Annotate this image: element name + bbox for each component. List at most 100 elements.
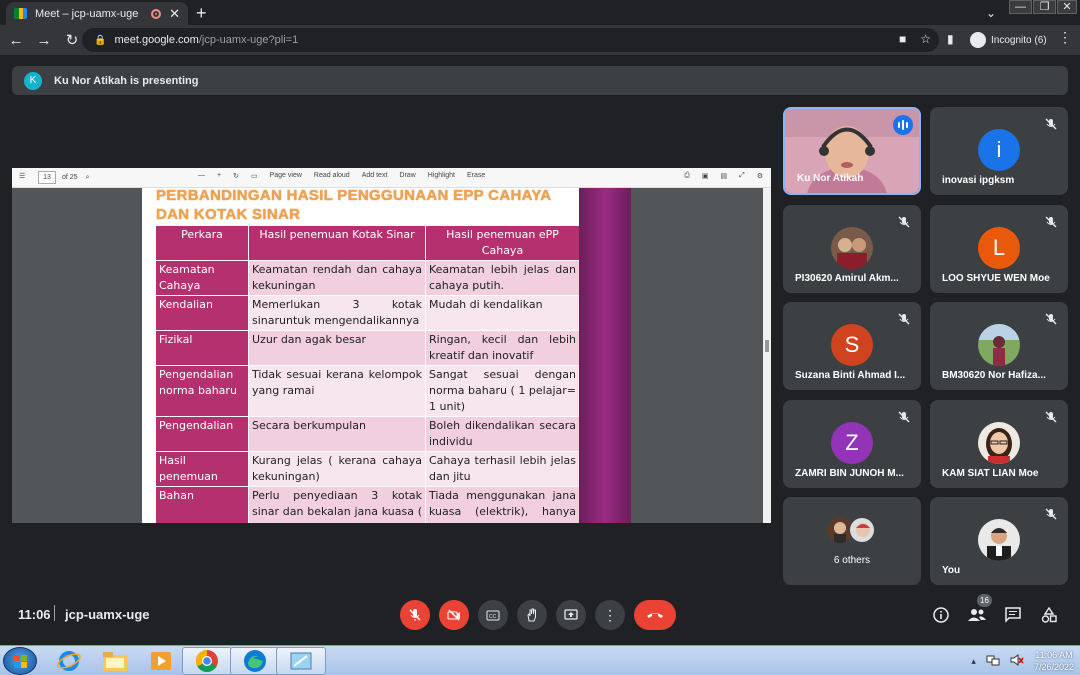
scrollbar-thumb[interactable] bbox=[765, 340, 769, 352]
chat-button[interactable] bbox=[1003, 605, 1023, 625]
side-panel-icon[interactable]: ▮ bbox=[947, 32, 954, 46]
screen-root: { "browser": { "tab_title": "Meet – jcp-… bbox=[0, 0, 1080, 675]
participant-tile[interactable]: L LOO SHYUE WEN Moe bbox=[930, 205, 1068, 293]
taskbar-chrome[interactable] bbox=[182, 647, 232, 675]
taskbar-clock[interactable]: 11:06 AM 7/26/2022 bbox=[1034, 649, 1074, 673]
meet-favicon-icon bbox=[14, 8, 27, 19]
page-number-input[interactable]: 13 bbox=[38, 171, 56, 184]
start-button[interactable] bbox=[3, 647, 37, 675]
table-cell: Perlu penyediaan 3 kotak sinar dan bekal… bbox=[248, 486, 426, 523]
table-row: Keamatan Cahaya Keamatan rendah dan caha… bbox=[155, 260, 580, 296]
tab-search-chevron-icon[interactable]: ⌄ bbox=[986, 6, 996, 20]
camera-toggle-button[interactable] bbox=[439, 600, 469, 630]
participant-name: ZAMRI BIN JUNOH M... bbox=[795, 468, 904, 479]
table-cell: Boleh dikendalikan secara individu bbox=[425, 416, 580, 452]
camera-in-use-icon[interactable]: ■ bbox=[899, 32, 906, 46]
save-icon[interactable]: ▣ bbox=[702, 172, 709, 180]
fit-icon[interactable]: ▭ bbox=[251, 172, 258, 180]
presenter-avatar: K bbox=[24, 71, 42, 90]
read-aloud-button[interactable]: Read aloud bbox=[314, 172, 350, 180]
windows-logo-icon bbox=[14, 655, 27, 668]
highlight-button[interactable]: Highlight bbox=[428, 172, 455, 180]
page-view-button[interactable]: Page view bbox=[270, 172, 302, 180]
taskbar-edge[interactable] bbox=[230, 647, 280, 675]
incognito-icon bbox=[970, 32, 986, 48]
taskbar-app[interactable] bbox=[276, 647, 326, 675]
participant-photo bbox=[978, 519, 1020, 561]
present-screen-button[interactable] bbox=[556, 600, 586, 630]
table-row: Pengendalian Secara berkumpulan Boleh di… bbox=[155, 416, 580, 452]
people-button[interactable] bbox=[967, 605, 987, 625]
participant-photo bbox=[978, 422, 1020, 464]
tab-close-icon[interactable]: ✕ bbox=[169, 6, 180, 22]
restore-button[interactable]: ❐ bbox=[1033, 0, 1056, 14]
browser-menu-icon[interactable]: ⋮ bbox=[1058, 29, 1072, 46]
windows-taskbar: ▴ 11:06 AM 7/26/2022 bbox=[0, 645, 1080, 675]
taskbar-media-player[interactable] bbox=[136, 647, 186, 675]
participant-tile[interactable]: PI30620 Amirul Akm... bbox=[783, 205, 921, 293]
forward-arrow-icon[interactable]: → bbox=[32, 32, 56, 49]
folder-icon bbox=[103, 652, 127, 671]
mic-off-icon bbox=[1045, 313, 1057, 325]
back-arrow-icon[interactable]: ← bbox=[4, 32, 28, 49]
activities-button[interactable] bbox=[1039, 605, 1059, 625]
captions-button[interactable]: CC bbox=[478, 600, 508, 630]
more-options-button[interactable]: ⋮ bbox=[595, 600, 625, 630]
draw-button[interactable]: Draw bbox=[399, 172, 415, 180]
incognito-label: Incognito (6) bbox=[991, 34, 1047, 46]
close-window-button[interactable]: ✕ bbox=[1057, 0, 1077, 14]
participant-tile[interactable]: KAM SIAT LIAN Moe bbox=[930, 400, 1068, 488]
bookmark-star-icon[interactable]: ☆ bbox=[920, 32, 931, 46]
settings-gear-icon[interactable]: ⚙ bbox=[757, 172, 763, 180]
leave-call-button[interactable] bbox=[634, 600, 676, 630]
participant-tile[interactable]: Z ZAMRI BIN JUNOH M... bbox=[783, 400, 921, 488]
zoom-in-icon[interactable]: + bbox=[217, 172, 221, 180]
presenting-text: Ku Nor Atikah is presenting bbox=[54, 74, 199, 87]
tray-expand-icon[interactable]: ▴ bbox=[971, 656, 976, 667]
reload-icon[interactable]: ↻ bbox=[60, 31, 84, 49]
participant-tile[interactable]: S Suzana Binti Ahmad I... bbox=[783, 302, 921, 390]
find-icon[interactable]: ⌕ bbox=[86, 174, 90, 182]
table-cell: Uzur dan agak besar bbox=[248, 330, 426, 366]
taskbar-internet-explorer[interactable] bbox=[44, 647, 94, 675]
slide-title-line2: DAN KOTAK SINAR bbox=[156, 206, 301, 223]
participant-tile-others[interactable]: 6 others bbox=[783, 497, 921, 585]
participant-tile[interactable]: Ku Nor Atikah bbox=[783, 107, 921, 195]
taskbar-file-explorer[interactable] bbox=[90, 647, 140, 675]
volume-muted-icon[interactable] bbox=[1010, 654, 1024, 668]
participant-tile-self[interactable]: You bbox=[930, 497, 1068, 585]
table-cell: Pengendalian bbox=[155, 416, 249, 452]
new-tab-button[interactable]: + bbox=[196, 3, 207, 24]
participant-tile[interactable]: i inovasi ipgksm bbox=[930, 107, 1068, 195]
raise-hand-button[interactable] bbox=[517, 600, 547, 630]
svg-text:CC: CC bbox=[489, 614, 497, 620]
save-as-icon[interactable]: ▤ bbox=[720, 172, 727, 180]
mic-off-icon bbox=[1045, 118, 1057, 130]
add-text-button[interactable]: Add text bbox=[362, 172, 388, 180]
fullscreen-icon[interactable]: ⤢ bbox=[739, 172, 745, 180]
address-bar[interactable]: 🔒 meet.google.com /jcp-uamx-uge?pli=1 ■ … bbox=[82, 28, 939, 52]
camera-off-icon bbox=[447, 609, 460, 621]
minimize-button[interactable]: — bbox=[1009, 0, 1032, 14]
participant-name: PI30620 Amirul Akm... bbox=[795, 273, 899, 284]
rotate-icon[interactable]: ↻ bbox=[233, 172, 239, 180]
page-total: of 25 bbox=[62, 174, 78, 181]
present-screen-icon bbox=[564, 609, 578, 620]
print-icon[interactable]: ⎙ bbox=[684, 172, 690, 180]
contents-icon[interactable]: ☰ bbox=[19, 172, 25, 180]
slide-title-line1: PERBANDINGAN HASIL PENGGUNAAN EPP CAHAYA bbox=[156, 188, 552, 204]
divider bbox=[54, 605, 55, 621]
mic-off-icon bbox=[409, 609, 421, 621]
browser-tab-meet[interactable]: Meet – jcp-uamx-uge ✕ bbox=[6, 2, 188, 25]
incognito-profile-button[interactable]: Incognito (6) bbox=[970, 28, 1047, 52]
network-icon[interactable] bbox=[986, 654, 1000, 668]
mic-toggle-button[interactable] bbox=[400, 600, 430, 630]
meeting-details-button[interactable] bbox=[931, 605, 951, 625]
pdf-scrollbar[interactable] bbox=[763, 188, 771, 523]
participant-name: You bbox=[942, 565, 961, 576]
tab-title: Meet – jcp-uamx-uge bbox=[35, 7, 139, 20]
participant-tile[interactable]: BM30620 Nor Hafiza... bbox=[930, 302, 1068, 390]
zoom-out-icon[interactable]: — bbox=[198, 172, 205, 180]
erase-button[interactable]: Erase bbox=[467, 172, 485, 180]
tab-strip: Meet – jcp-uamx-uge ✕ + ⌄ — ❐ ✕ bbox=[0, 0, 1080, 25]
